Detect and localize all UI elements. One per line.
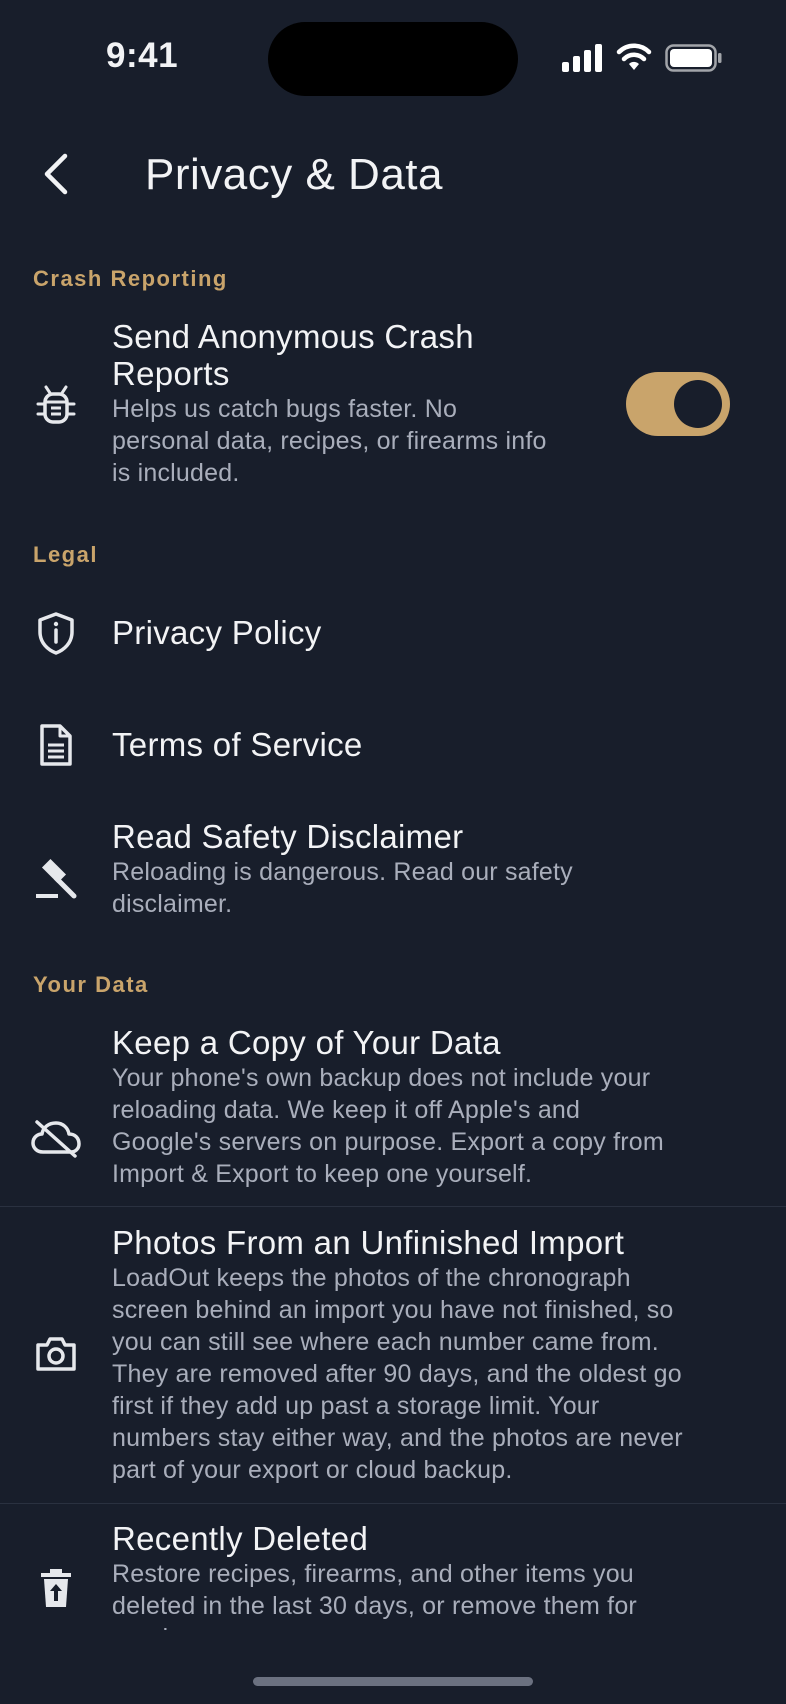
photos-subtitle-line3: you can still see where each number came… <box>112 1328 659 1356</box>
status-bar: 9:41 <box>0 0 786 115</box>
recently-deleted-subtitle-line2: deleted in the last 30 days, or remove t… <box>112 1592 637 1620</box>
keep-copy-row[interactable]: Keep a Copy of Your Data Your phone's ow… <box>0 1016 786 1206</box>
keep-copy-subtitle-line3: Google's servers on purpose. Export a co… <box>112 1128 664 1156</box>
cellular-signal-icon <box>562 44 602 72</box>
terms-of-service-title: Terms of Service <box>112 726 363 763</box>
safety-disclaimer-row[interactable]: Read Safety Disclaimer Reloading is dang… <box>0 810 786 930</box>
privacy-policy-title: Privacy Policy <box>112 614 322 651</box>
page-title: Privacy & Data <box>145 150 443 199</box>
crash-reports-toggle[interactable] <box>626 372 730 436</box>
bottom-safe-area <box>0 1630 786 1670</box>
bug-icon <box>28 377 84 433</box>
privacy-policy-row[interactable]: Privacy Policy <box>0 580 786 690</box>
home-indicator[interactable] <box>253 1677 533 1686</box>
unfinished-import-photos-title: Photos From an Unfinished Import <box>112 1224 625 1261</box>
chevron-left-icon <box>44 153 68 195</box>
document-icon <box>28 717 84 773</box>
crash-reports-subtitle-line3: is included. <box>112 459 240 487</box>
camera-icon <box>28 1326 84 1382</box>
toggle-knob <box>674 380 722 428</box>
photos-subtitle-line2: screen behind an import you have not fin… <box>112 1296 674 1324</box>
keep-copy-subtitle-line1: Your phone's own backup does not include… <box>112 1064 651 1092</box>
gavel-icon <box>28 850 84 906</box>
keep-copy-title: Keep a Copy of Your Data <box>112 1024 501 1061</box>
safety-disclaimer-title: Read Safety Disclaimer <box>112 818 464 855</box>
battery-icon <box>665 44 722 72</box>
photos-subtitle-line7: part of your export or cloud backup. <box>112 1456 513 1484</box>
safety-disclaimer-subtitle-line1: Reloading is dangerous. Read our safety <box>112 858 573 886</box>
photos-subtitle-line1: LoadOut keeps the photos of the chronogr… <box>112 1264 631 1292</box>
photos-subtitle-line5: first if they add up past a storage limi… <box>112 1392 600 1420</box>
section-header-legal: Legal <box>33 542 98 567</box>
dynamic-island <box>268 22 518 96</box>
section-header-your-data: Your Data <box>33 972 149 997</box>
cloud-off-icon <box>28 1110 84 1166</box>
terms-of-service-row[interactable]: Terms of Service <box>0 692 786 802</box>
safety-disclaimer-subtitle-line2: disclaimer. <box>112 890 233 918</box>
wifi-icon <box>616 43 652 70</box>
trash-restore-icon <box>28 1560 84 1616</box>
crash-reports-title-line2: Reports <box>112 355 230 392</box>
recently-deleted-title: Recently Deleted <box>112 1520 369 1557</box>
photos-subtitle-line6: numbers stay either way, and the photos … <box>112 1424 683 1452</box>
navigation-bar: Privacy & Data <box>0 130 786 220</box>
photos-subtitle-line4: They are removed after 90 days, and the … <box>112 1360 682 1388</box>
shield-info-icon <box>28 605 84 661</box>
status-time: 9:41 <box>106 36 179 75</box>
crash-reports-title-line1: Send Anonymous Crash <box>112 318 474 355</box>
crash-reports-subtitle-line2: personal data, recipes, or firearms info <box>112 427 547 455</box>
keep-copy-subtitle-line4: Import & Export to keep one yourself. <box>112 1160 533 1188</box>
recently-deleted-subtitle-line1: Restore recipes, firearms, and other ite… <box>112 1560 634 1588</box>
back-button[interactable] <box>28 146 84 202</box>
section-header-crash-reporting: Crash Reporting <box>33 266 228 291</box>
crash-reports-subtitle-line1: Helps us catch bugs faster. No <box>112 395 458 423</box>
keep-copy-subtitle-line2: reloading data. We keep it off Apple's a… <box>112 1096 581 1124</box>
status-icons <box>562 40 722 76</box>
unfinished-import-photos-row[interactable]: Photos From an Unfinished Import LoadOut… <box>0 1207 786 1503</box>
